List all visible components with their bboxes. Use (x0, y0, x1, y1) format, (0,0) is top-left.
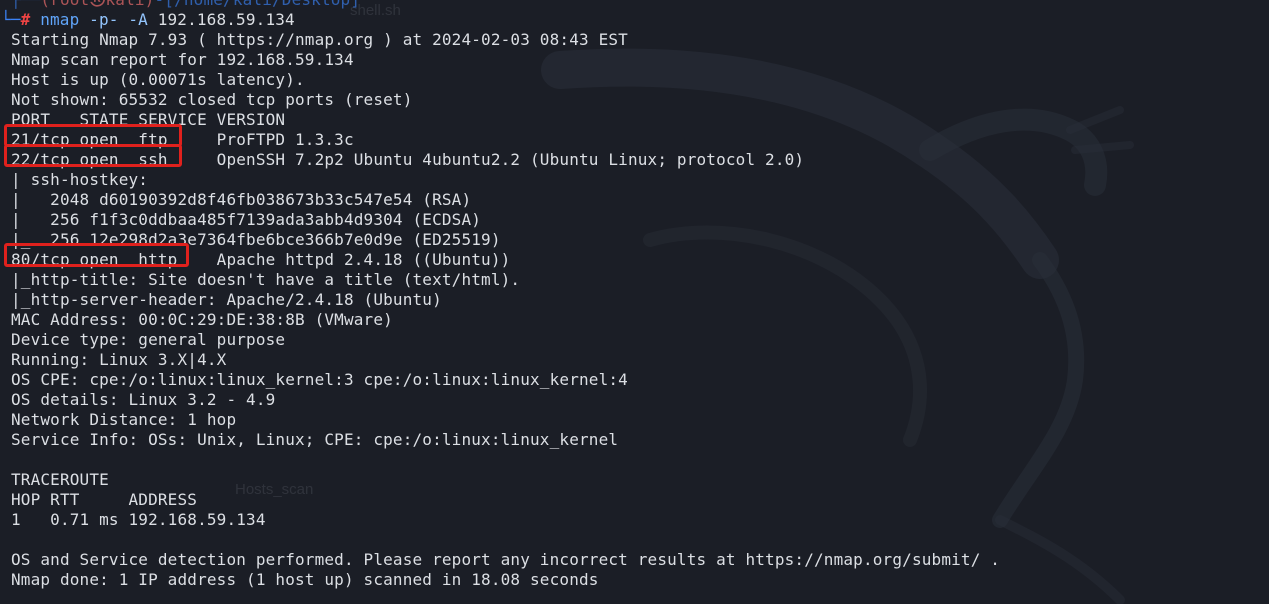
command-flags: -p- -A (89, 10, 148, 29)
port-row-ftp: 21/tcp open ftp ProFTPD 1.3.3c (11, 130, 354, 149)
command-name: nmap (40, 10, 80, 29)
output-line: Service Info: OSs: Unix, Linux; CPE: cpe… (11, 430, 619, 449)
prompt-header-line: ┌──(root㉿kali)-[/home/kali/Desktop] (11, 0, 1261, 10)
output-line: |_http-title: Site doesn't have a title … (11, 270, 521, 289)
output-line: Starting Nmap 7.93 ( https://nmap.org ) … (11, 30, 628, 49)
traceroute-header: HOP RTT ADDRESS (11, 490, 198, 509)
output-line: OS CPE: cpe:/o:linux:linux_kernel:3 cpe:… (11, 370, 628, 389)
port-row-ssh: 22/tcp open ssh OpenSSH 7.2p2 Ubuntu 4ub… (11, 150, 805, 169)
output-line: OS and Service detection performed. Plea… (11, 550, 1001, 569)
output-line: Running: Linux 3.X|4.X (11, 350, 227, 369)
output-line: Nmap done: 1 IP address (1 host up) scan… (11, 570, 599, 589)
output-line: Nmap scan report for 192.168.59.134 (11, 50, 354, 69)
output-line: | 2048 d60190392d8f46fb038673b33c547e54 … (11, 190, 472, 209)
port-table-header: PORT STATE SERVICE VERSION (11, 110, 286, 129)
prompt-corner-bottom: └─ (1, 10, 21, 29)
prompt-hash: # (20, 10, 31, 29)
output-line: Network Distance: 1 hop (11, 410, 237, 429)
output-line: | 256 f1f3c0ddbaa485f7139ada3abb4d9304 (… (11, 210, 482, 229)
terminal-output: ┌──(root㉿kali)-[/home/kali/Desktop] └─# … (1, 0, 1261, 590)
command-target: 192.168.59.134 (157, 10, 295, 29)
port-row-http: 80/tcp open http Apache httpd 2.4.18 ((U… (11, 250, 511, 269)
output-line: Host is up (0.00071s latency). (11, 70, 305, 89)
output-line: | ssh-hostkey: (11, 170, 149, 189)
output-line: Device type: general purpose (11, 330, 286, 349)
traceroute-heading: TRACEROUTE (11, 470, 109, 489)
traceroute-row: 1 0.71 ms 192.168.59.134 (11, 510, 266, 529)
output-line: OS details: Linux 3.2 - 4.9 (11, 390, 276, 409)
prompt-corner-top: ┌── (11, 0, 40, 9)
prompt-path: -[/home/kali/Desktop] (154, 0, 360, 9)
output-line: Not shown: 65532 closed tcp ports (reset… (11, 90, 413, 109)
output-line: |_http-server-header: Apache/2.4.18 (Ubu… (11, 290, 442, 309)
command-line[interactable]: └─# nmap -p- -A 192.168.59.134 (1, 10, 1261, 30)
prompt-user: (root㉿kali) (40, 0, 154, 9)
output-line: |_ 256 12e298d2a3e7364fbe6bce366b7e0d9e … (11, 230, 501, 249)
output-line: MAC Address: 00:0C:29:DE:38:8B (VMware) (11, 310, 393, 329)
